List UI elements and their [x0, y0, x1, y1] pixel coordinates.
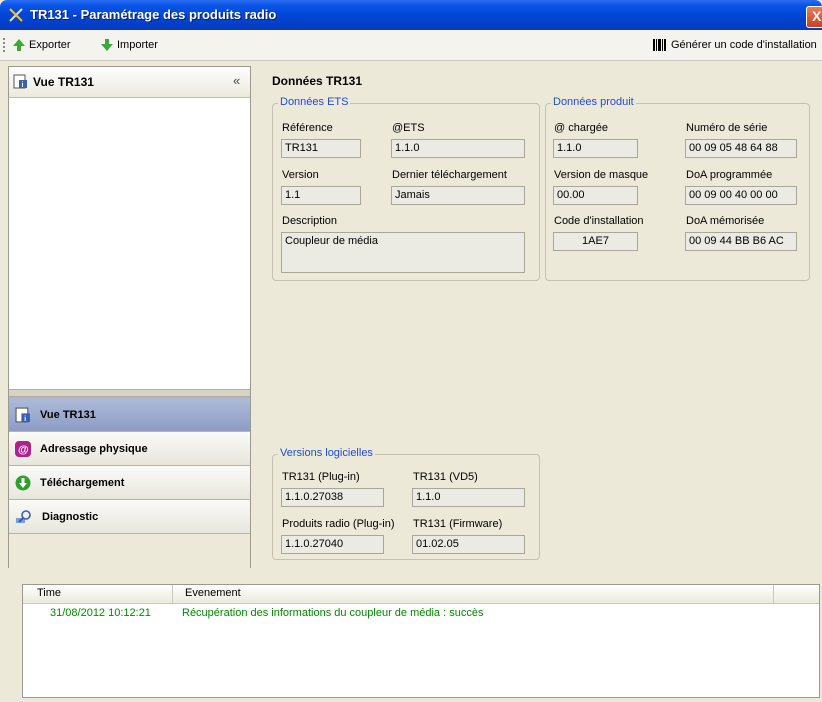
nav-label: Téléchargement	[40, 476, 125, 489]
nav-label: Vue TR131	[40, 408, 96, 421]
ets-field[interactable]: 1.1.0	[391, 139, 525, 158]
event-log: Time Evenement 31/08/2012 10:12:21 Récup…	[22, 584, 820, 698]
content-title: Données TR131	[272, 74, 363, 88]
view-title: Vue TR131	[33, 75, 94, 89]
description-label: Description	[282, 215, 338, 227]
nav-item-adressage-physique[interactable]: @ Adressage physique	[9, 431, 250, 465]
mask-field[interactable]: 00.00	[553, 186, 638, 205]
nav-label: Diagnostic	[42, 510, 99, 523]
nav-item-vue-tr131[interactable]: i Vue TR131	[9, 397, 250, 431]
close-button[interactable]: X	[806, 6, 822, 28]
magnifier-icon	[16, 509, 31, 523]
serial-field[interactable]: 00 09 05 48 64 88	[685, 139, 797, 158]
left-panel: i Vue TR131 « i Vue TR131 @ Adressage ph…	[8, 66, 251, 568]
firmware-label: TR131 (Firmware)	[413, 518, 503, 530]
tools-icon	[9, 8, 23, 22]
reference-field[interactable]: TR131	[281, 139, 361, 158]
barcode-icon	[653, 39, 666, 51]
log-col-time[interactable]: Time	[37, 587, 61, 599]
version-label: Version	[282, 169, 319, 181]
nav-empty-area	[9, 533, 250, 568]
radio-plugin-field[interactable]: 1.1.0.27040	[281, 535, 384, 554]
product-legend: Données produit	[551, 96, 636, 108]
svg-text:i: i	[22, 82, 24, 89]
column-divider[interactable]	[773, 585, 774, 603]
doa-programmed-label: DoA programmée	[686, 169, 773, 181]
export-label: Exporter	[29, 39, 71, 51]
arrow-down-icon	[101, 39, 113, 51]
svg-text:i: i	[24, 413, 26, 422]
log-col-event[interactable]: Evenement	[185, 587, 241, 599]
log-row-event: Récupération des informations du coupleu…	[182, 607, 484, 619]
loaded-label: @ chargée	[554, 122, 608, 134]
view-header: i Vue TR131 «	[9, 67, 250, 98]
log-row-time: 31/08/2012 10:12:21	[50, 607, 151, 619]
title-bar: TR131 - Paramétrage des produits radio X	[0, 0, 822, 30]
import-button[interactable]: Importer	[100, 36, 158, 54]
nav-item-telechargement[interactable]: Téléchargement	[9, 465, 250, 499]
radio-plugin-label: Produits radio (Plug-in)	[282, 518, 395, 530]
nav-label: Adressage physique	[40, 442, 148, 455]
info-doc-icon: i	[15, 407, 30, 422]
versions-legend: Versions logicielles	[278, 447, 375, 459]
log-header: Time Evenement	[23, 585, 819, 604]
toolbar: Exporter Importer Générer un code d'inst…	[0, 30, 822, 61]
ets-legend: Données ETS	[278, 96, 351, 108]
collapse-icon[interactable]: «	[233, 73, 240, 88]
toolbar-grip[interactable]	[3, 38, 7, 52]
last-download-field[interactable]: Jamais	[391, 186, 525, 205]
loaded-field[interactable]: 1.1.0	[553, 139, 638, 158]
svg-text:@: @	[18, 444, 29, 456]
close-icon: X	[812, 8, 822, 24]
plugin-field[interactable]: 1.1.0.27038	[281, 488, 384, 507]
column-divider[interactable]	[172, 585, 173, 603]
firmware-field[interactable]: 01.02.05	[412, 535, 525, 554]
description-field[interactable]: Coupleur de média	[281, 232, 525, 273]
window-title: TR131 - Paramétrage des produits radio	[30, 7, 277, 22]
vd5-field[interactable]: 1.1.0	[412, 488, 525, 507]
last-download-label: Dernier téléchargement	[392, 169, 507, 181]
export-button[interactable]: Exporter	[12, 36, 71, 54]
doa-programmed-field[interactable]: 00 09 00 40 00 00	[685, 186, 797, 205]
view-tree-area	[9, 98, 250, 389]
version-field[interactable]: 1.1	[281, 186, 361, 205]
reference-label: Référence	[282, 122, 333, 134]
doa-stored-label: DoA mémorisée	[686, 215, 765, 227]
mask-label: Version de masque	[554, 169, 649, 181]
download-icon	[15, 475, 31, 490]
generate-code-button[interactable]: Générer un code d'installation	[652, 36, 817, 54]
at-icon: @	[15, 440, 31, 457]
nav-item-diagnostic[interactable]: Diagnostic	[9, 499, 250, 533]
info-doc-icon: i	[13, 74, 27, 89]
serial-label: Numéro de série	[686, 122, 768, 134]
plugin-label: TR131 (Plug-in)	[282, 471, 360, 483]
vd5-label: TR131 (VD5)	[413, 471, 478, 483]
content-area: Données TR131 Données ETS Référence TR13…	[264, 66, 816, 566]
panel-splitter[interactable]	[9, 389, 250, 397]
doa-stored-field[interactable]: 00 09 44 BB B6 AC	[685, 232, 797, 251]
install-code-field[interactable]: 1AE7	[553, 232, 638, 251]
import-label: Importer	[117, 39, 158, 51]
arrow-up-icon	[13, 39, 25, 51]
generate-code-label: Générer un code d'installation	[671, 39, 817, 51]
ets-label: @ETS	[392, 122, 425, 134]
install-code-label: Code d'installation	[554, 215, 644, 227]
